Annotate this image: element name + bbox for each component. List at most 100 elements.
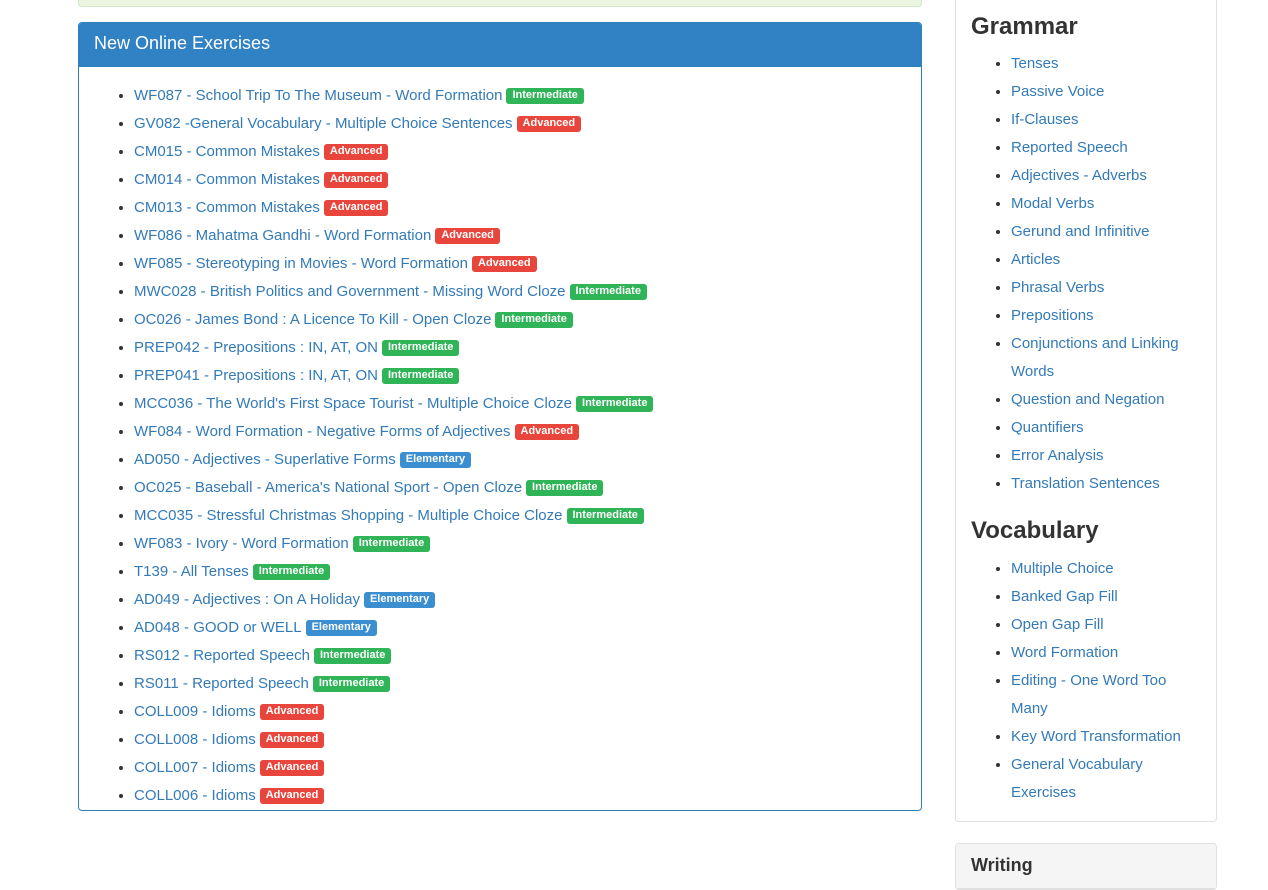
list-item: Articles (1011, 246, 1201, 274)
exercise-link[interactable]: MCC036 - The World's First Space Tourist… (134, 395, 572, 412)
list-item: Question and Negation (1011, 386, 1201, 414)
sidebar-item-phrasal-verbs[interactable]: Phrasal Verbs (1011, 279, 1104, 296)
sidebar-item-general-vocabulary-exercises[interactable]: General Vocabulary Exercises (1011, 756, 1143, 801)
exercise-link[interactable]: WF083 - Ivory - Word Formation (134, 535, 349, 552)
level-badge: Elementary (364, 592, 435, 608)
list-item: COLL007 - IdiomsAdvanced (134, 754, 906, 782)
sidebar-item-key-word-transformation[interactable]: Key Word Transformation (1011, 728, 1181, 745)
exercise-link[interactable]: OC025 - Baseball - America's National Sp… (134, 479, 522, 496)
list-item: AD048 - GOOD or WELLElementary (134, 614, 906, 642)
list-item: COLL009 - IdiomsAdvanced (134, 698, 906, 726)
level-badge: Intermediate (495, 312, 572, 328)
exercise-link[interactable]: COLL007 - Idioms (134, 759, 256, 776)
sidebar-item-conjunctions-and-linking-words[interactable]: Conjunctions and Linking Words (1011, 335, 1179, 380)
level-badge: Advanced (435, 228, 500, 244)
sidebar-item-prepositions[interactable]: Prepositions (1011, 307, 1094, 324)
sidebar-item-editing-one-word-too-many[interactable]: Editing - One Word Too Many (1011, 672, 1166, 717)
level-badge: Intermediate (253, 564, 330, 580)
sidebar-item-multiple-choice[interactable]: Multiple Choice (1011, 560, 1114, 577)
list-item: COLL006 - IdiomsAdvanced (134, 782, 906, 810)
exercise-link[interactable]: COLL006 - Idioms (134, 787, 256, 804)
sidebar-item-tenses[interactable]: Tenses (1011, 55, 1059, 72)
list-item: WF085 - Stereotyping in Movies - Word Fo… (134, 250, 906, 278)
list-item: Gerund and Infinitive (1011, 218, 1201, 246)
list-item: AD050 - Adjectives - Superlative FormsEl… (134, 446, 906, 474)
list-item: RS011 - Reported SpeechIntermediate (134, 670, 906, 698)
exercise-link[interactable]: RS012 - Reported Speech (134, 647, 310, 664)
exercise-link[interactable]: WF086 - Mahatma Gandhi - Word Formation (134, 227, 431, 244)
sidebar-item-translation-sentences[interactable]: Translation Sentences (1011, 475, 1160, 492)
main-content-column: New Online Exercises WF087 - School Trip… (78, 0, 922, 811)
list-item: Key Word Transformation (1011, 723, 1201, 751)
list-item: T139 - All TensesIntermediate (134, 558, 906, 586)
sidebar-item-articles[interactable]: Articles (1011, 251, 1060, 268)
exercise-link[interactable]: COLL008 - Idioms (134, 731, 256, 748)
list-item: Open Gap Fill (1011, 611, 1201, 639)
exercise-link[interactable]: CM015 - Common Mistakes (134, 143, 320, 160)
exercise-link[interactable]: PREP042 - Prepositions : IN, AT, ON (134, 339, 378, 356)
level-badge: Intermediate (382, 340, 459, 356)
list-item: Phrasal Verbs (1011, 274, 1201, 302)
exercise-link[interactable]: AD048 - GOOD or WELL (134, 619, 302, 636)
level-badge: Advanced (260, 704, 325, 720)
list-item: Tenses (1011, 50, 1201, 78)
exercise-link[interactable]: PREP041 - Prepositions : IN, AT, ON (134, 367, 378, 384)
exercise-link[interactable]: COLL009 - Idioms (134, 703, 256, 720)
list-item: OC026 - James Bond : A Licence To Kill -… (134, 306, 906, 334)
grammar-vocabulary-panel: Grammar TensesPassive VoiceIf-ClausesRep… (955, 0, 1217, 822)
list-item: OC025 - Baseball - America's National Sp… (134, 474, 906, 502)
sidebar-item-word-formation[interactable]: Word Formation (1011, 644, 1118, 661)
exercise-link[interactable]: WF085 - Stereotyping in Movies - Word Fo… (134, 255, 468, 272)
sidebar-item-modal-verbs[interactable]: Modal Verbs (1011, 195, 1094, 212)
list-item: Editing - One Word Too Many (1011, 667, 1201, 723)
sidebar-item-passive-voice[interactable]: Passive Voice (1011, 83, 1104, 100)
exercise-link[interactable]: OC026 - James Bond : A Licence To Kill -… (134, 311, 491, 328)
list-item: RS012 - Reported SpeechIntermediate (134, 642, 906, 670)
level-badge: Advanced (260, 732, 325, 748)
sidebar-item-reported-speech[interactable]: Reported Speech (1011, 139, 1128, 156)
sidebar-item-open-gap-fill[interactable]: Open Gap Fill (1011, 616, 1104, 633)
sidebar-item-error-analysis[interactable]: Error Analysis (1011, 447, 1104, 464)
sidebar: Grammar TensesPassive VoiceIf-ClausesRep… (955, 0, 1217, 890)
exercise-link[interactable]: AD050 - Adjectives - Superlative Forms (134, 451, 396, 468)
sidebar-item-gerund-and-infinitive[interactable]: Gerund and Infinitive (1011, 223, 1149, 240)
level-badge: Advanced (472, 256, 537, 272)
list-item: WF084 - Word Formation - Negative Forms … (134, 418, 906, 446)
list-item: WF087 - School Trip To The Museum - Word… (134, 82, 906, 110)
sidebar-item-adjectives-adverbs[interactable]: Adjectives - Adverbs (1011, 167, 1147, 184)
list-item: Translation Sentences (1011, 470, 1201, 498)
exercise-link[interactable]: GV082 -General Vocabulary - Multiple Cho… (134, 115, 513, 132)
exercise-link[interactable]: MCC035 - Stressful Christmas Shopping - … (134, 507, 563, 524)
exercise-link[interactable]: MWC028 - British Politics and Government… (134, 283, 566, 300)
exercise-list: WF087 - School Trip To The Museum - Word… (94, 82, 906, 810)
exercise-link[interactable]: T139 - All Tenses (134, 563, 249, 580)
exercise-link[interactable]: RS011 - Reported Speech (134, 675, 309, 692)
list-item: WF086 - Mahatma Gandhi - Word FormationA… (134, 222, 906, 250)
vocabulary-list: Multiple Choice Banked Gap Fill Open Gap F… (971, 555, 1201, 807)
sidebar-item-banked-gap-fill[interactable]: Banked Gap Fill (1011, 588, 1118, 605)
page-title: New Online Exercises (94, 34, 906, 54)
exercise-link[interactable]: WF087 - School Trip To The Museum - Word… (134, 87, 502, 104)
level-badge: Intermediate (570, 284, 647, 300)
level-badge: Intermediate (314, 648, 391, 664)
level-badge: Advanced (517, 116, 582, 132)
list-item: MCC035 - Stressful Christmas Shopping - … (134, 502, 906, 530)
exercise-link[interactable]: AD049 - Adjectives : On A Holiday (134, 591, 360, 608)
grammar-list: Tenses Passive Voice If-Clauses Reported Sp… (971, 50, 1201, 498)
sidebar-item-question-and-negation[interactable]: Question and Negation (1011, 391, 1164, 408)
exercise-link[interactable]: WF084 - Word Formation - Negative Forms … (134, 423, 511, 440)
page-root: New Online Exercises WF087 - School Trip… (0, 0, 1268, 805)
sidebar-item-quantifiers[interactable]: Quantifiers (1011, 419, 1084, 436)
list-item: CM015 - Common MistakesAdvanced (134, 138, 906, 166)
list-item: Passive Voice (1011, 78, 1201, 106)
level-badge: Elementary (306, 620, 377, 636)
list-item: WF083 - Ivory - Word FormationIntermedia… (134, 530, 906, 558)
exercise-link[interactable]: CM014 - Common Mistakes (134, 171, 320, 188)
list-item: CM014 - Common MistakesAdvanced (134, 166, 906, 194)
list-item: GV082 -General Vocabulary - Multiple Cho… (134, 110, 906, 138)
sidebar-item-if-clauses[interactable]: If-Clauses (1011, 111, 1079, 128)
level-badge: Intermediate (506, 88, 583, 104)
level-badge: Advanced (324, 172, 389, 188)
level-badge: Advanced (515, 424, 580, 440)
exercise-link[interactable]: CM013 - Common Mistakes (134, 199, 320, 216)
